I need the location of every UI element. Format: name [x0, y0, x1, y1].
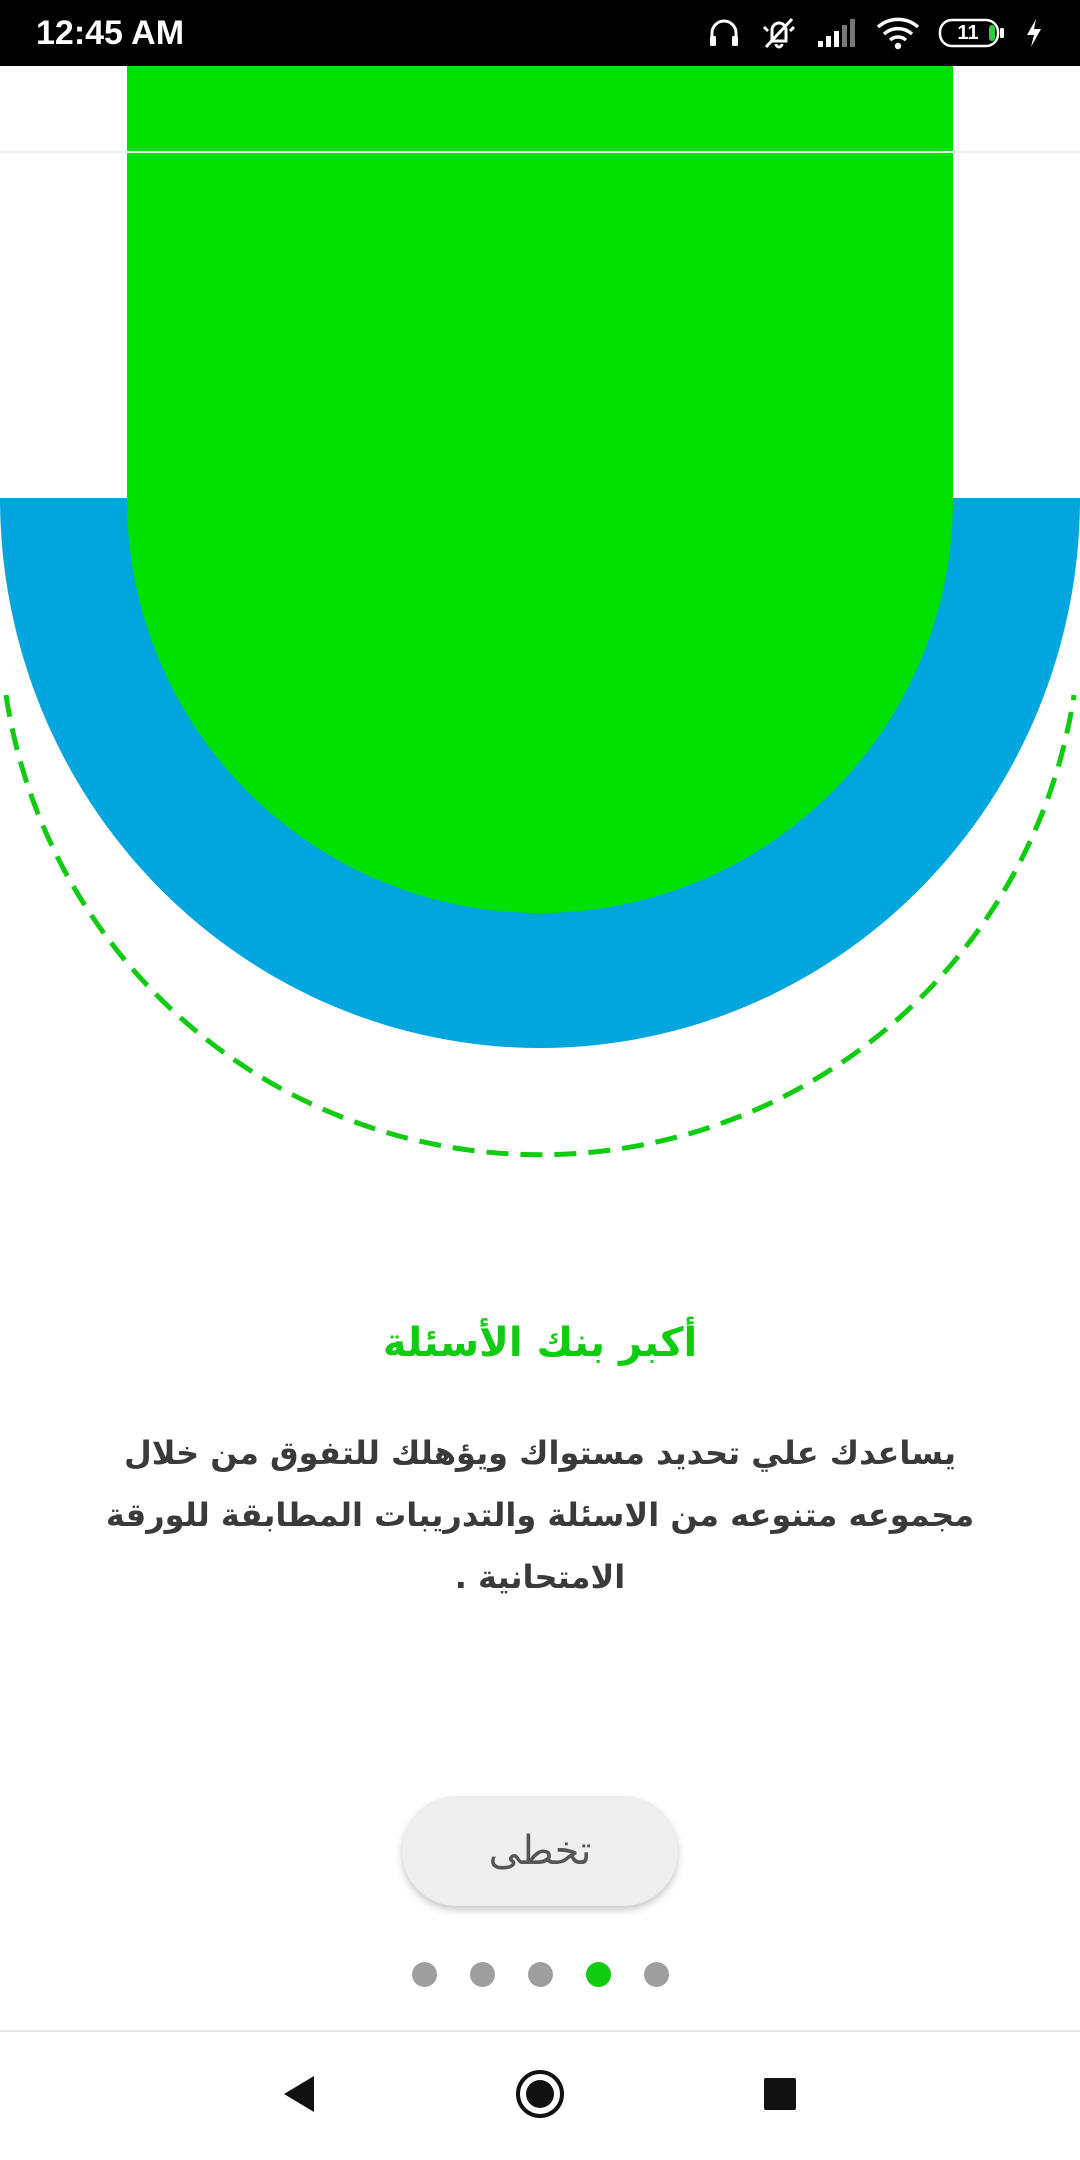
page-dot-1[interactable] — [411, 1961, 437, 1987]
battery-level: 11 — [957, 21, 979, 44]
page-dot-5[interactable] — [643, 1961, 669, 1987]
home-icon — [514, 2068, 566, 2124]
onboarding-description: يساعدك علي تحديد مستواك ويؤهلك للتفوق من… — [105, 1434, 975, 1596]
page-dot-2[interactable] — [469, 1961, 495, 1987]
wifi-icon — [876, 16, 920, 50]
navigation-bar — [0, 2032, 1080, 2160]
onboarding-title: أكبر بنك الأسئلة — [382, 1320, 698, 1366]
vibrate-off-icon — [760, 15, 798, 51]
status-icons: 11 — [706, 15, 1044, 51]
status-time: 12:45 AM — [36, 13, 185, 52]
skip-button[interactable]: تخطى — [402, 1796, 678, 1906]
headphones-icon — [706, 15, 742, 51]
onboarding-screen: 12:45 AM 11 أكبر بنك الأسئلة يساعدك علي … — [0, 0, 1080, 2160]
signal-icon — [816, 17, 858, 49]
page-indicator — [0, 1960, 1080, 1988]
hero-illustration — [0, 66, 1080, 1166]
page-dot-4-active[interactable] — [585, 1961, 611, 1987]
battery-icon: 11 — [938, 18, 1006, 48]
home-button[interactable] — [495, 2051, 585, 2141]
green-arch — [127, 66, 953, 913]
recents-button[interactable] — [735, 2051, 825, 2141]
hero-graphic — [0, 66, 1080, 1158]
back-button[interactable] — [255, 2051, 345, 2141]
hero-top-divider — [0, 151, 1080, 153]
page-dot-3[interactable] — [527, 1961, 553, 1987]
recents-icon — [762, 2076, 798, 2116]
charging-icon — [1024, 17, 1044, 49]
back-icon — [280, 2073, 320, 2119]
status-bar: 12:45 AM 11 — [0, 0, 1080, 66]
